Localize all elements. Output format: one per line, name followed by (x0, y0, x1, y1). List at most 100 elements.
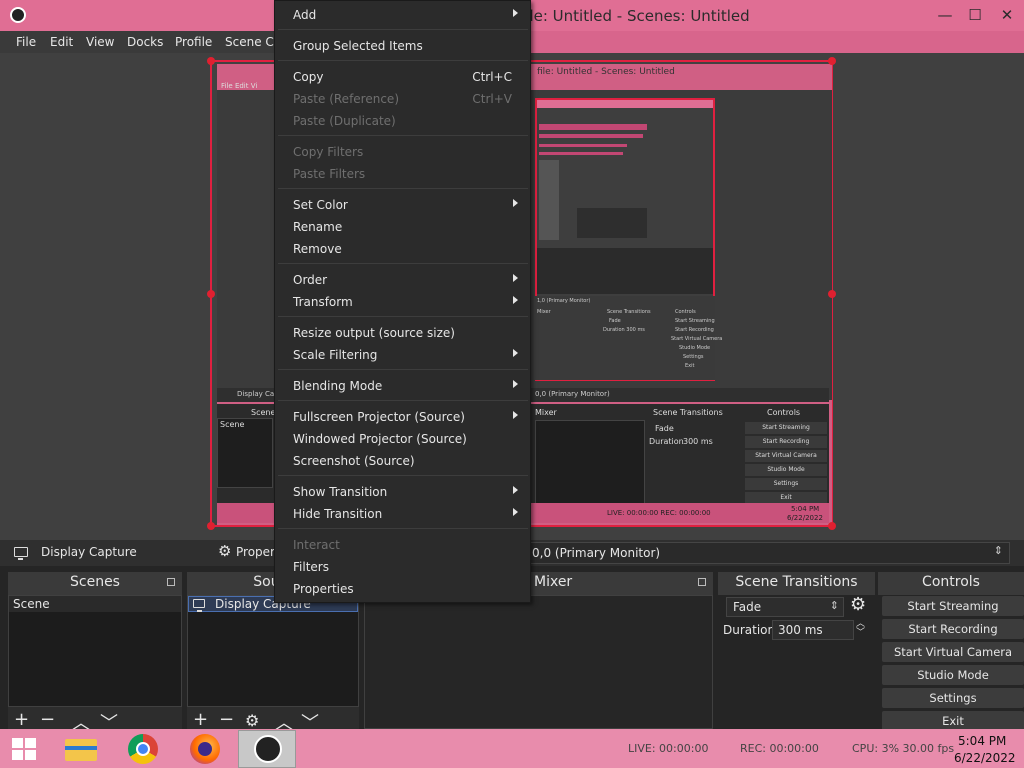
add-scene-button[interactable]: + (14, 709, 29, 730)
monitor-icon (14, 547, 28, 560)
obs-logo-icon (10, 7, 26, 23)
menu-item-scale-filtering[interactable]: Scale Filtering (275, 344, 530, 366)
scenes-title: Scenes (70, 574, 120, 590)
display-select[interactable]: 0,0 (Primary Monitor) ⇕ (525, 542, 1010, 564)
remove-scene-button[interactable]: − (40, 709, 55, 730)
live-status: LIVE: 00:00:00 (628, 742, 709, 755)
menu-item-copy[interactable]: Copy Ctrl+C (275, 66, 530, 88)
menu-item-set-color[interactable]: Set Color (275, 194, 530, 216)
menu-scene-collection[interactable]: Scene Co (225, 35, 281, 49)
list-item[interactable]: Scene (9, 596, 181, 612)
chevron-right-icon (513, 486, 518, 494)
menu-item-properties[interactable]: Properties (275, 578, 530, 600)
resize-handle[interactable] (828, 522, 836, 530)
menu-item-windowed-projector[interactable]: Windowed Projector (Source) (275, 428, 530, 450)
chevron-updown-icon: ⇕ (829, 599, 839, 612)
chrome-icon[interactable] (123, 731, 163, 767)
menu-file[interactable]: File (16, 35, 36, 49)
obs-icon[interactable] (238, 730, 296, 768)
resize-handle[interactable] (207, 290, 215, 298)
menu-item-paste-filters: Paste Filters (293, 167, 366, 181)
float-icon[interactable] (167, 578, 175, 586)
duration-input[interactable]: 300 ms (772, 620, 854, 640)
duration-label: Duration (723, 623, 776, 637)
controls-dock-header: Controls (878, 572, 1024, 595)
clock-time[interactable]: 5:04 PM (958, 734, 1006, 748)
menu-docks[interactable]: Docks (127, 35, 163, 49)
nested-btn: Settings (745, 478, 827, 490)
nested-menu: File Edit Vi (221, 82, 258, 90)
menu-item-screenshot[interactable]: Screenshot (Source) (275, 450, 530, 472)
menu-bar: File Edit View Docks Profile Scene Co (0, 31, 281, 53)
menu-item-resize-output[interactable]: Resize output (source size) (275, 322, 530, 344)
add-source-button[interactable]: + (193, 709, 208, 730)
menu-item-order[interactable]: Order (275, 269, 530, 291)
menu-item-group-selected[interactable]: Group Selected Items (275, 35, 530, 57)
menu-item-copy-filters: Copy Filters (293, 145, 364, 159)
clock-date[interactable]: 6/22/2022 (954, 751, 1016, 765)
transitions-dock-header: Scene Transitions (718, 572, 875, 595)
chevron-right-icon (513, 296, 518, 304)
gear-icon: ⚙ (218, 542, 232, 560)
close-button[interactable]: ✕ (994, 4, 1020, 26)
menu-item-hide-transition[interactable]: Hide Transition (275, 503, 530, 525)
minimize-button[interactable]: — (932, 4, 958, 26)
chevron-right-icon (513, 508, 518, 516)
chevron-right-icon (513, 199, 518, 207)
start-icon[interactable] (4, 731, 44, 767)
menu-item-rename[interactable]: Rename (275, 216, 530, 238)
cpu-status: CPU: 3% 30.00 fps (852, 742, 955, 755)
float-icon[interactable] (698, 578, 706, 586)
menu-item-filters[interactable]: Filters (275, 556, 530, 578)
menu-item-paste-duplicate: Paste (Duplicate) (293, 114, 396, 128)
scenes-list[interactable]: Scene (8, 595, 182, 707)
studio-mode-button[interactable]: Studio Mode (882, 665, 1024, 685)
window-title: file: Untitled - Scenes: Untitled (520, 7, 750, 25)
menu-item-paste-reference: Paste (Reference) Ctrl+V (293, 92, 512, 106)
nested-title: file: Untitled - Scenes: Untitled (537, 67, 675, 77)
start-streaming-button[interactable]: Start Streaming (882, 596, 1024, 616)
menu-item-blending-mode[interactable]: Blending Mode (275, 375, 530, 397)
file-explorer-icon[interactable] (61, 731, 101, 767)
chevron-updown-icon: ⇕ (993, 544, 1003, 557)
start-recording-button[interactable]: Start Recording (882, 619, 1024, 639)
transitions-title: Scene Transitions (735, 574, 858, 590)
resize-handle[interactable] (207, 57, 215, 65)
sources-list[interactable]: Display Capture (187, 595, 359, 707)
transition-select[interactable]: Fade ⇕ (726, 597, 844, 617)
menu-item-fullscreen-projector[interactable]: Fullscreen Projector (Source) (275, 406, 530, 428)
resize-handle[interactable] (828, 57, 836, 65)
gear-icon[interactable]: ⚙ (850, 594, 866, 615)
menu-item-remove[interactable]: Remove (275, 238, 530, 260)
menu-item-show-transition[interactable]: Show Transition (275, 481, 530, 503)
resize-handle[interactable] (207, 522, 215, 530)
menu-profile[interactable]: Profile (175, 35, 212, 49)
firefox-icon[interactable] (185, 731, 225, 767)
resize-handle[interactable] (828, 290, 836, 298)
nested-btn: Start Virtual Camera (745, 450, 827, 462)
chevron-right-icon (513, 9, 518, 17)
chevron-right-icon (513, 274, 518, 282)
nested-btn: Start Streaming (745, 422, 827, 434)
rec-status: REC: 00:00:00 (740, 742, 819, 755)
menu-item-interact: Interact (293, 538, 340, 552)
maximize-button[interactable]: ☐ (962, 4, 988, 26)
menu-item-add[interactable]: Add (275, 4, 530, 26)
menu-item-transform[interactable]: Transform (275, 291, 530, 313)
gear-icon[interactable]: ⚙ (245, 711, 259, 730)
chevron-right-icon (513, 349, 518, 357)
menu-view[interactable]: View (86, 35, 114, 49)
controls-title: Controls (922, 574, 980, 590)
mixer-panel (364, 595, 713, 729)
nested-btn: Start Recording (745, 436, 827, 448)
settings-button[interactable]: Settings (882, 688, 1024, 708)
chevron-right-icon (513, 380, 518, 388)
nested-dock-level2: 1,0 (Primary Monitor) Mixer Scene Transi… (535, 296, 722, 380)
remove-source-button[interactable]: − (219, 709, 234, 730)
duration-stepper[interactable]: ︿ ﹀ (856, 620, 865, 638)
source-name: Display Capture (41, 545, 137, 559)
menu-edit[interactable]: Edit (50, 35, 73, 49)
start-virtual-camera-button[interactable]: Start Virtual Camera (882, 642, 1024, 662)
exit-button[interactable]: Exit (882, 711, 1024, 731)
nested-btn: Studio Mode (745, 464, 827, 476)
